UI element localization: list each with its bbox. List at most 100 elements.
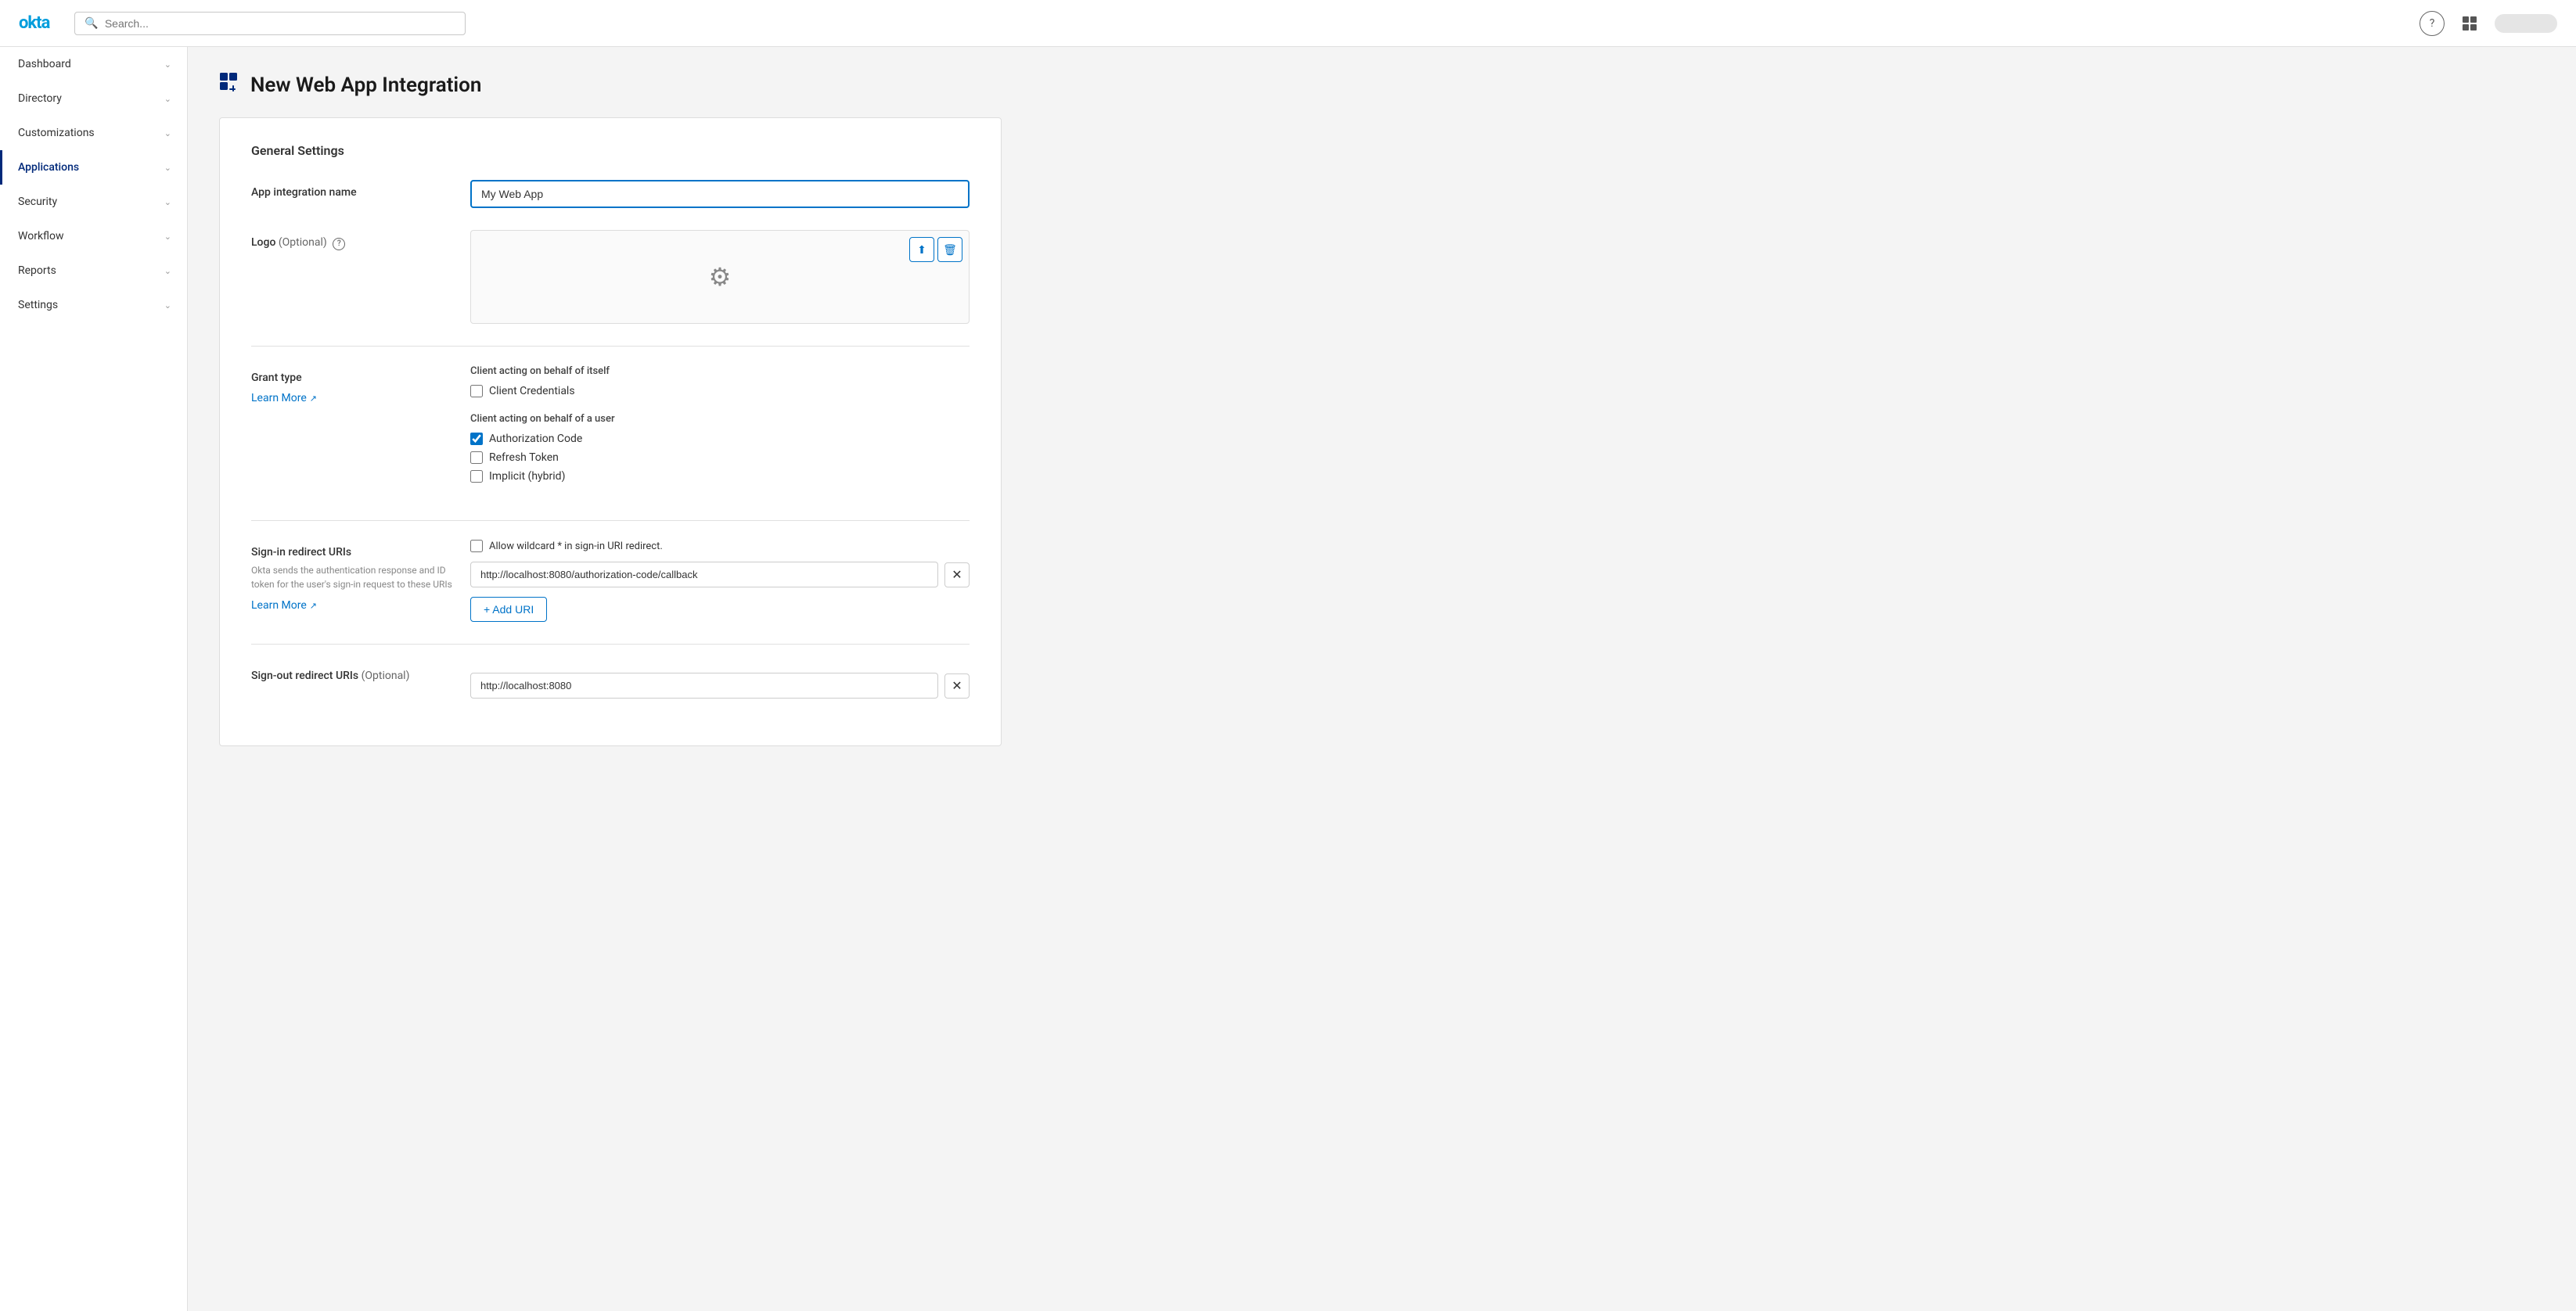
signout-uri-delete-button[interactable]: ✕ (944, 673, 970, 699)
app-name-row: App integration name (251, 180, 970, 208)
chevron-down-icon: ⌄ (164, 163, 171, 173)
implicit-hybrid-row: Implicit (hybrid) (470, 470, 970, 483)
wildcard-checkbox[interactable] (470, 540, 483, 552)
sidebar-item-dashboard[interactable]: Dashboard ⌄ (0, 47, 187, 81)
logo-label-col: Logo (Optional) ? (251, 230, 470, 250)
logo-row: Logo (Optional) ? ⬆ 🗑 (251, 230, 970, 324)
sidebar-item-applications[interactable]: Applications ⌄ (0, 150, 187, 185)
user-avatar[interactable] (2495, 14, 2557, 33)
chevron-down-icon: ⌄ (164, 128, 171, 138)
general-settings-title: General Settings (251, 143, 970, 158)
app-name-input[interactable] (470, 180, 970, 208)
logo-upload-actions: ⬆ 🗑 (909, 237, 962, 262)
client-credentials-label[interactable]: Client Credentials (489, 385, 575, 397)
refresh-token-label[interactable]: Refresh Token (489, 451, 559, 464)
sidebar-item-customizations[interactable]: Customizations ⌄ (0, 116, 187, 150)
logo-label: Logo (Optional) ? (251, 236, 470, 250)
client-user-label: Client acting on behalf of a user (470, 413, 970, 425)
signin-redirect-row: Sign-in redirect URIs Okta sends the aut… (251, 540, 970, 622)
client-itself-label: Client acting on behalf of itself (470, 365, 970, 377)
signin-uri-row: ✕ (470, 562, 970, 587)
add-uri-button[interactable]: + Add URI (470, 597, 547, 622)
grant-type-label: Grant type (251, 372, 470, 384)
okta-logo: okta (19, 13, 49, 33)
help-icon: ? (2430, 17, 2435, 30)
sidebar-item-settings[interactable]: Settings ⌄ (0, 288, 187, 322)
logo-optional: (Optional) (279, 236, 327, 249)
apps-button[interactable] (2457, 11, 2482, 36)
refresh-token-checkbox[interactable] (470, 451, 483, 464)
logo-control-col: ⬆ 🗑 ⚙ (470, 230, 970, 324)
signout-redirect-control-col: ✕ (470, 663, 970, 699)
external-link-icon-2: ↗ (310, 601, 317, 611)
grant-type-learn-more[interactable]: Learn More ↗ (251, 392, 317, 404)
sidebar-item-workflow[interactable]: Workflow ⌄ (0, 219, 187, 253)
chevron-down-icon: ⌄ (164, 197, 171, 207)
sidebar-label-settings: Settings (18, 299, 58, 311)
authorization-code-checkbox[interactable] (470, 433, 483, 445)
nav-right: ? (2419, 11, 2557, 36)
main-content: New Web App Integration General Settings… (188, 47, 2576, 1311)
help-button[interactable]: ? (2419, 11, 2445, 36)
implicit-hybrid-checkbox[interactable] (470, 470, 483, 483)
wildcard-row: Allow wildcard * in sign-in URI redirect… (470, 540, 970, 552)
signin-redirect-learn-more[interactable]: Learn More ↗ (251, 599, 317, 612)
chevron-down-icon: ⌄ (164, 232, 171, 242)
implicit-hybrid-label[interactable]: Implicit (hybrid) (489, 470, 565, 483)
client-credentials-checkbox[interactable] (470, 385, 483, 397)
gear-icon: ⚙ (709, 262, 732, 292)
grant-group-user: Client acting on behalf of a user Author… (470, 413, 970, 483)
logo-upload-area: ⬆ 🗑 ⚙ (470, 230, 970, 324)
app-name-label: App integration name (251, 186, 470, 199)
logo-help-icon[interactable]: ? (333, 238, 345, 250)
signout-optional: (Optional) (362, 670, 410, 682)
signin-redirect-label-col: Sign-in redirect URIs Okta sends the aut… (251, 540, 470, 612)
sidebar-item-directory[interactable]: Directory ⌄ (0, 81, 187, 116)
app-name-control-col (470, 180, 970, 208)
sidebar-item-reports[interactable]: Reports ⌄ (0, 253, 187, 288)
divider-1 (251, 346, 970, 347)
sidebar-label-applications: Applications (18, 161, 79, 174)
upload-icon: ⬆ (917, 243, 926, 257)
grid-icon (2463, 16, 2477, 31)
signout-redirect-label-col: Sign-out redirect URIs (Optional) (251, 663, 470, 682)
search-input[interactable] (105, 17, 456, 30)
signin-uri-delete-button[interactable]: ✕ (944, 562, 970, 587)
signin-redirect-label: Sign-in redirect URIs (251, 546, 470, 559)
sidebar-label-dashboard: Dashboard (18, 58, 71, 70)
signin-redirect-description: Okta sends the authentication response a… (251, 563, 470, 591)
app-name-label-col: App integration name (251, 180, 470, 199)
search-bar[interactable]: 🔍 (74, 12, 466, 35)
authorization-code-row: Authorization Code (470, 433, 970, 445)
top-nav: okta 🔍 ? (0, 0, 2576, 47)
search-icon: 🔍 (85, 17, 98, 30)
chevron-down-icon: ⌄ (164, 94, 171, 104)
grant-type-control-col: Client acting on behalf of itself Client… (470, 365, 970, 498)
chevron-down-icon: ⌄ (164, 59, 171, 70)
signout-uri-input[interactable] (470, 673, 938, 699)
app-layout: Dashboard ⌄ Directory ⌄ Customizations ⌄… (0, 47, 2576, 1311)
grant-type-label-col: Grant type Learn More ↗ (251, 365, 470, 404)
divider-3 (251, 644, 970, 645)
sidebar-label-reports: Reports (18, 264, 56, 277)
sidebar-label-security: Security (18, 196, 57, 208)
logo-upload-button[interactable]: ⬆ (909, 237, 934, 262)
chevron-down-icon: ⌄ (164, 300, 171, 311)
signin-uri-input[interactable] (470, 562, 938, 587)
page-title: New Web App Integration (250, 74, 481, 97)
signout-redirect-row: Sign-out redirect URIs (Optional) ✕ (251, 663, 970, 699)
refresh-token-row: Refresh Token (470, 451, 970, 464)
wildcard-label[interactable]: Allow wildcard * in sign-in URI redirect… (489, 541, 663, 552)
logo-delete-button[interactable]: 🗑 (937, 237, 962, 262)
divider-2 (251, 520, 970, 521)
close-icon-2: ✕ (952, 678, 962, 694)
sidebar-label-directory: Directory (18, 92, 62, 105)
client-credentials-row: Client Credentials (470, 385, 970, 397)
signout-uri-row: ✕ (470, 673, 970, 699)
form-card: General Settings App integration name Lo… (219, 117, 1002, 746)
sidebar-label-customizations: Customizations (18, 127, 95, 139)
grant-type-row: Grant type Learn More ↗ Client acting on… (251, 365, 970, 498)
authorization-code-label[interactable]: Authorization Code (489, 433, 582, 445)
chevron-down-icon: ⌄ (164, 266, 171, 276)
sidebar-item-security[interactable]: Security ⌄ (0, 185, 187, 219)
